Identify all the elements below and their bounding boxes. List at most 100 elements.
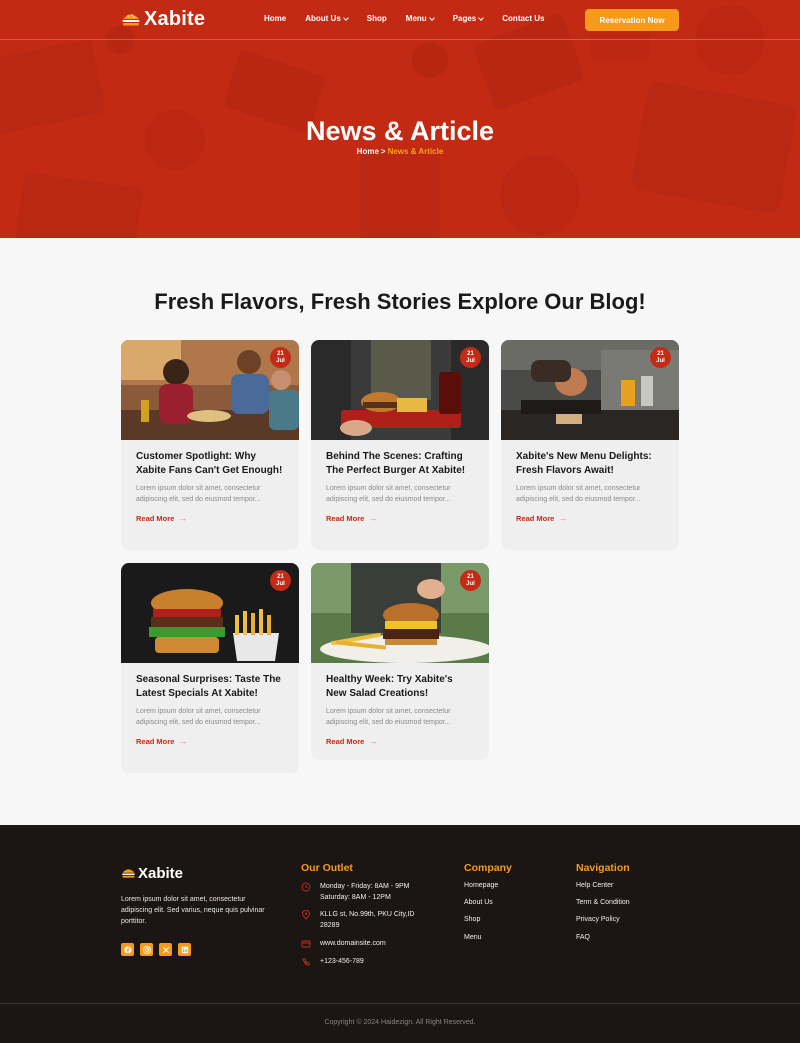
blog-card-image[interactable]: 21 Jul — [121, 563, 299, 663]
date-month: Jul — [466, 357, 475, 364]
blog-card-title[interactable]: Xabite's New Menu Delights: Fresh Flavor… — [516, 450, 665, 477]
read-more-label: Read More — [326, 736, 365, 746]
blog-card-image[interactable]: 21 Jul — [121, 340, 299, 440]
blog-card-title[interactable]: Customer Spotlight: Why Xabite Fans Can'… — [136, 450, 285, 477]
reservation-button[interactable]: Reservation Now — [585, 9, 679, 31]
x-link[interactable] — [159, 943, 172, 956]
read-more-link[interactable]: Read More → — [136, 513, 284, 523]
instagram-link[interactable] — [140, 943, 153, 956]
outlet-phone[interactable]: +123-456-789 — [301, 956, 364, 967]
arrow-right-icon: → — [558, 513, 568, 523]
footer-outlet-title: Our Outlet — [301, 862, 353, 874]
nav-link-home[interactable]: Home — [264, 14, 286, 23]
date-badge: 21 Jul — [650, 347, 671, 368]
nav-link-contact-us[interactable]: Contact Us — [502, 14, 544, 23]
nav-link-menu[interactable]: Menu — [406, 14, 435, 23]
blog-section-heading: Fresh Flavors, Fresh Stories Explore Our… — [154, 289, 646, 314]
arrow-right-icon: → — [368, 513, 378, 523]
breadcrumb-current: News & Article — [387, 147, 444, 156]
footer-link-menu[interactable]: Menu — [464, 934, 482, 941]
date-badge: 21 Jul — [460, 347, 481, 368]
read-more-label: Read More — [136, 736, 175, 746]
nav-links: Home About Us Shop Menu Pages Contact Us — [264, 14, 564, 23]
blog-card-excerpt: Lorem ipsum dolor sit amet, consectetur … — [516, 485, 641, 503]
x-icon — [162, 946, 169, 953]
read-more-link[interactable]: Read More → — [136, 736, 284, 746]
date-month: Jul — [276, 357, 285, 364]
footer-link-homepage[interactable]: Homepage — [464, 882, 498, 889]
read-more-label: Read More — [136, 513, 175, 523]
read-more-link[interactable]: Read More → — [326, 513, 474, 523]
blog-card-image[interactable]: 21 Jul — [311, 340, 489, 440]
social-links — [121, 943, 191, 956]
phone-icon — [302, 958, 310, 966]
date-month: Jul — [276, 580, 285, 587]
date-day: 21 — [467, 350, 474, 357]
blog-card: 21 Jul Xabite's New Menu Delights: Fresh … — [501, 340, 679, 550]
map-pin-icon — [301, 910, 311, 920]
date-badge: 21 Jul — [270, 347, 291, 368]
linkedin-link[interactable] — [178, 943, 191, 956]
arrow-right-icon: → — [368, 736, 378, 746]
footer-link-shop[interactable]: Shop — [464, 916, 480, 923]
nav-link-about-us[interactable]: About Us — [305, 14, 349, 23]
facebook-link[interactable] — [121, 943, 134, 956]
footer-link-term-condition[interactable]: Term & Condition — [576, 899, 630, 906]
read-more-link[interactable]: Read More → — [326, 736, 474, 746]
clock-icon — [301, 882, 311, 892]
footer-link-help-center[interactable]: Help Center — [576, 882, 613, 889]
read-more-link[interactable]: Read More → — [516, 513, 664, 523]
date-day: 21 — [277, 573, 284, 580]
instagram-icon — [142, 945, 151, 954]
date-badge: 21 Jul — [460, 570, 481, 591]
read-more-label: Read More — [326, 513, 365, 523]
linkedin-icon — [181, 946, 188, 953]
blog-card: 21 Jul Healthy Week: Try Xabite's New Sal… — [311, 563, 489, 760]
footer-navigation-title: Navigation — [576, 862, 630, 874]
blog-card-excerpt: Lorem ipsum dolor sit amet, consectetur … — [136, 708, 261, 726]
logo-text: Xabite — [144, 8, 206, 30]
date-day: 21 — [277, 350, 284, 357]
footer-logo[interactable]: Xabite — [121, 865, 183, 882]
page-title: News & Article — [305, 116, 495, 146]
nav-label: Home — [264, 14, 287, 23]
blog-card-image[interactable]: 21 Jul — [501, 340, 679, 440]
date-day: 21 — [467, 573, 474, 580]
blog-card-title[interactable]: Behind The Scenes: Crafting The Perfect … — [326, 450, 475, 477]
blog-card-excerpt: Lorem ipsum dolor sit amet, consectetur … — [136, 485, 261, 503]
burger-logo-icon — [122, 869, 135, 878]
footer-link-privacy-policy[interactable]: Privacy Policy — [576, 916, 620, 923]
footer-about-text: Lorem ipsum dolor sit amet, consectetur … — [121, 896, 265, 925]
blog-card-title[interactable]: Seasonal Surprises: Taste The Latest Spe… — [136, 673, 285, 700]
nav-link-shop[interactable]: Shop — [367, 14, 387, 23]
blog-card: 21 Jul Seasonal Surprises: Taste The Late… — [121, 563, 299, 773]
outlet-address-text: KLLG st, No.99th, PKU City,ID 28289 — [320, 909, 414, 931]
nav-link-pages[interactable]: Pages — [453, 14, 485, 23]
main-navbar: Xabite Home About Us Shop Menu Pages Con… — [0, 0, 800, 40]
facebook-icon — [123, 945, 132, 954]
globe-icon — [301, 940, 311, 948]
footer-divider — [0, 1003, 800, 1004]
hours-line: Saturday: 8AM - 12PM — [320, 894, 391, 901]
footer-link-about-us[interactable]: About Us — [464, 899, 493, 906]
breadcrumb-separator: > — [380, 147, 386, 156]
blog-card-image[interactable]: 21 Jul — [311, 563, 489, 663]
date-badge: 21 Jul — [270, 570, 291, 591]
site-logo[interactable]: Xabite — [121, 8, 205, 31]
chevron-down-icon — [478, 14, 485, 21]
footer-company-title: Company — [464, 862, 512, 874]
chevron-down-icon — [428, 14, 435, 21]
arrow-right-icon: → — [178, 736, 188, 746]
outlet-website[interactable]: www.domainsite.com — [301, 938, 386, 949]
address-line: 28289 — [320, 922, 340, 929]
blog-card-title[interactable]: Healthy Week: Try Xabite's New Salad Cre… — [326, 673, 475, 700]
read-more-label: Read More — [516, 513, 555, 523]
nav-label: Contact Us — [502, 14, 545, 23]
chevron-down-icon — [342, 14, 349, 21]
address-line: KLLG st, No.99th, PKU City,ID — [320, 911, 415, 918]
footer-link-faq[interactable]: FAQ — [576, 934, 590, 941]
date-month: Jul — [466, 580, 475, 587]
nav-label: Shop — [366, 14, 387, 23]
breadcrumb-home-link[interactable]: Home — [357, 147, 379, 156]
burger-logo-icon — [122, 13, 140, 25]
